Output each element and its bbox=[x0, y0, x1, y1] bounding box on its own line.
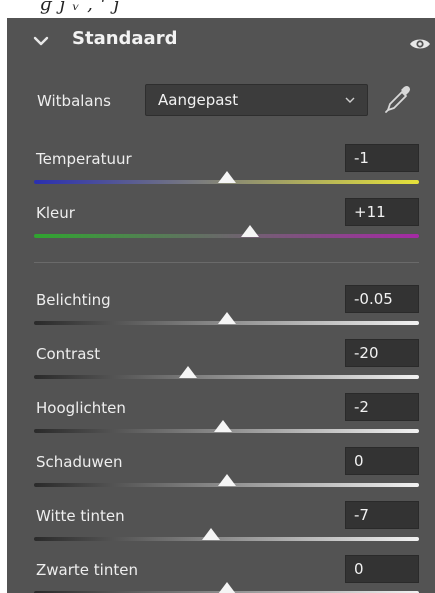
screenshot-frame: ɡ ǰ ᵥ , ꞌ ǰ Standaard Witbalans Aangepas… bbox=[0, 0, 435, 593]
kleur-slider-track[interactable] bbox=[34, 234, 419, 238]
belichting-slider-thumb[interactable] bbox=[217, 312, 236, 324]
witte-tinten-label: Witte tinten bbox=[36, 507, 125, 525]
zwarte-tinten-slider-thumb[interactable] bbox=[217, 582, 236, 593]
contrast-slider-track[interactable] bbox=[34, 375, 419, 379]
section-title: Standaard bbox=[72, 28, 178, 49]
white-balance-select[interactable]: Aangepast bbox=[145, 84, 368, 116]
witte-tinten-slider-thumb[interactable] bbox=[202, 528, 221, 540]
zwarte-tinten-value-field[interactable]: 0 bbox=[345, 555, 419, 583]
zwarte-tinten-label: Zwarte tinten bbox=[36, 561, 138, 579]
kleur-slider-thumb[interactable] bbox=[240, 225, 259, 237]
witte-tinten-slider-track[interactable] bbox=[34, 537, 419, 541]
eyedropper-icon[interactable] bbox=[384, 84, 412, 114]
kleur-label: Kleur bbox=[36, 204, 75, 222]
eye-icon[interactable] bbox=[409, 36, 431, 52]
section-divider bbox=[34, 262, 419, 263]
slider-row-zwarte-tinten: Zwarte tinten 0 bbox=[7, 555, 435, 593]
belichting-value-field[interactable]: -0.05 bbox=[345, 285, 419, 313]
schaduwen-slider-thumb[interactable] bbox=[217, 474, 236, 486]
basic-panel: Standaard Witbalans Aangepast Temperatuu… bbox=[7, 18, 435, 593]
contrast-value-field[interactable]: -20 bbox=[345, 339, 419, 367]
contrast-slider-thumb[interactable] bbox=[179, 366, 197, 378]
white-balance-label: Witbalans bbox=[37, 92, 111, 110]
contrast-label: Contrast bbox=[36, 345, 101, 363]
temperatuur-value-field[interactable]: -1 bbox=[345, 144, 419, 172]
schaduwen-label: Schaduwen bbox=[36, 453, 123, 471]
witte-tinten-value-field[interactable]: -7 bbox=[345, 501, 419, 529]
chevron-down-icon[interactable] bbox=[33, 33, 49, 49]
hooglichten-value-field[interactable]: -2 bbox=[345, 393, 419, 421]
slider-row-kleur: Kleur +11 bbox=[7, 198, 435, 260]
kleur-value-field[interactable]: +11 bbox=[345, 198, 419, 226]
hooglichten-label: Hooglichten bbox=[36, 399, 126, 417]
section-header[interactable]: Standaard bbox=[7, 26, 435, 60]
schaduwen-value-field[interactable]: 0 bbox=[345, 447, 419, 475]
temperatuur-label: Temperatuur bbox=[36, 150, 132, 168]
caret-down-icon bbox=[345, 97, 355, 103]
white-balance-value: Aangepast bbox=[158, 91, 239, 109]
hooglichten-slider-thumb[interactable] bbox=[213, 420, 232, 432]
cropped-handwriting: ɡ ǰ ᵥ , ꞌ ǰ bbox=[40, 0, 121, 15]
belichting-label: Belichting bbox=[36, 291, 111, 309]
temperatuur-slider-thumb[interactable] bbox=[217, 171, 236, 183]
